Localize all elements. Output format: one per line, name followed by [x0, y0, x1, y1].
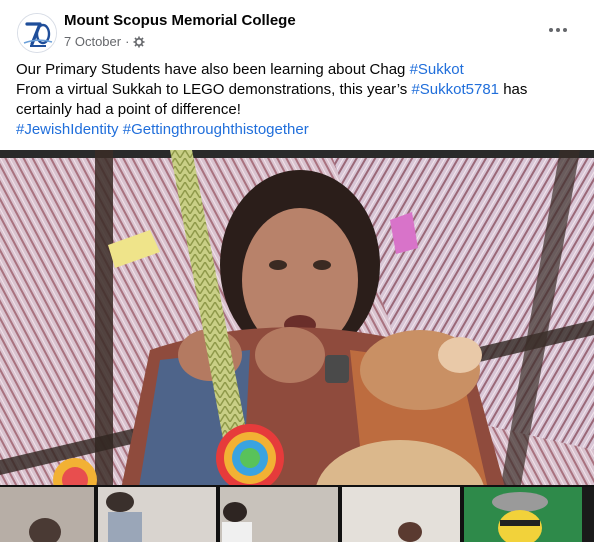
post-text: Our Primary Students have also been lear… — [16, 60, 580, 140]
post-text-line-4: #JewishIdentity #Gettingthroughthistoget… — [16, 120, 580, 140]
post-date[interactable]: 7 October — [64, 34, 121, 49]
gear-icon — [133, 36, 145, 47]
text-segment: Our Primary Students have also been lear… — [16, 61, 410, 78]
post-video-image[interactable] — [0, 150, 594, 542]
text-segment: From a virtual Sukkah to LEGO demonstrat… — [16, 81, 412, 98]
hashtag-gettingthroughthistogether-link[interactable]: #Gettingthroughthistogether — [123, 121, 309, 138]
page-avatar[interactable] — [17, 13, 57, 53]
more-dot — [563, 28, 567, 32]
hashtag-sukkot5781-link[interactable]: #Sukkot5781 — [411, 81, 499, 98]
participant-tile — [0, 487, 94, 542]
participant-tile — [98, 487, 216, 542]
more-dot — [556, 28, 560, 32]
participant-tile — [220, 487, 338, 542]
page-name-link[interactable]: Mount Scopus Memorial College — [64, 12, 296, 29]
post-text-line-3: certainly had a point of difference! — [16, 101, 241, 118]
post-meta: 7 October · — [64, 34, 145, 49]
participant-tile — [464, 487, 582, 542]
post-header: Mount Scopus Memorial College 7 October … — [0, 0, 594, 60]
video-call-screenshot — [0, 150, 594, 542]
hashtag-sukkot-link[interactable]: #Sukkot — [410, 61, 464, 78]
more-options-icon — [549, 28, 553, 32]
meta-separator: · — [125, 34, 130, 49]
participant-tile — [342, 487, 460, 542]
more-options-button[interactable] — [540, 18, 576, 42]
post-text-line-1: Our Primary Students have also been lear… — [16, 60, 580, 80]
facebook-post: Mount Scopus Memorial College 7 October … — [0, 0, 594, 542]
post-text-line-2: From a virtual Sukkah to LEGO demonstrat… — [16, 80, 580, 100]
college-logo-icon — [18, 14, 56, 52]
text-segment: has — [499, 81, 528, 98]
hashtag-jewishidentity-link[interactable]: #JewishIdentity — [16, 121, 119, 138]
